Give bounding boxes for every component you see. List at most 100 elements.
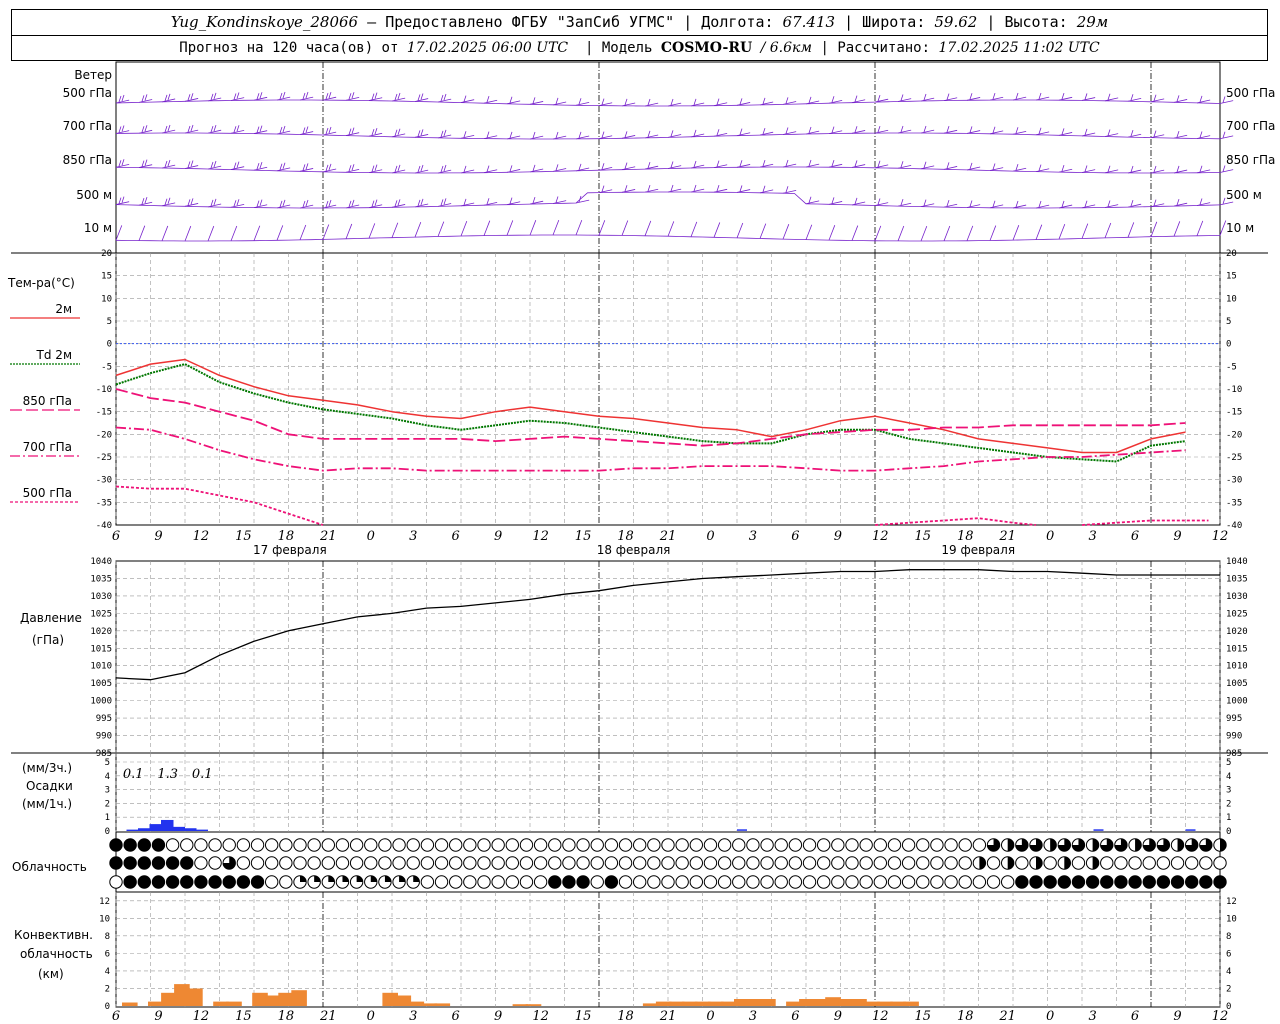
cloud-symbol-full (1185, 875, 1198, 889)
wind-barb-feather (1153, 94, 1157, 101)
hour-tick-bottom: 18 (617, 1009, 634, 1024)
wind-barb-feather (236, 92, 240, 99)
cloud-symbol (264, 838, 279, 852)
wind-barb (368, 97, 383, 101)
press-tick-right: 1005 (1226, 679, 1248, 689)
wind-barb-feather (900, 94, 904, 101)
temp-tick: -5 (101, 362, 112, 372)
wind-barb-feather (785, 186, 789, 193)
press-title: Давление (20, 611, 82, 625)
wind-barb-feather (233, 162, 237, 169)
hour-tick-bottom: 21 (659, 1009, 677, 1024)
cloud-symbol (293, 856, 307, 870)
cloud-symbol (463, 838, 477, 852)
cloud-symbol (916, 856, 930, 870)
wind-barb-feather (808, 196, 812, 203)
date-label: 17 февраля (253, 543, 327, 557)
wind-barb-feather (486, 131, 490, 138)
wind-barb-feather (121, 125, 125, 132)
wind-barb-feather (1061, 164, 1065, 172)
cloud-symbol (1071, 856, 1086, 870)
wind-barb-feather (279, 200, 283, 207)
cloud-symbol (208, 856, 222, 870)
cloud-symbol (703, 838, 718, 852)
precip-tick-right: 4 (1226, 772, 1231, 782)
wind-barb (1150, 98, 1165, 103)
cloud-symbol (930, 875, 944, 889)
press-tick: 1000 (90, 697, 112, 707)
wind-barb (1127, 169, 1142, 174)
wind-barb-feather (417, 199, 421, 207)
wind-barb-feather (739, 128, 743, 135)
wind-barb-feather (351, 92, 355, 99)
press-tick-right: 1025 (1226, 609, 1248, 619)
wind-barb (851, 164, 866, 168)
wind-barb (1058, 96, 1073, 101)
cloud-symbol-full (138, 856, 151, 870)
cloud-symbol-full (1114, 875, 1128, 889)
wind-barb-feather (969, 93, 973, 100)
wind-barb (184, 129, 199, 134)
cloud-symbol (1170, 856, 1185, 870)
wind-barb-feather (164, 160, 168, 168)
wind-barb-feather (624, 185, 628, 192)
wind-barb (1081, 169, 1096, 173)
cloud-symbol (1199, 856, 1213, 870)
wind-barb-feather (992, 200, 996, 207)
wind-barb (598, 102, 613, 107)
cloud-symbol (859, 875, 873, 889)
wind-barb (1219, 220, 1227, 236)
cloud-symbol (222, 838, 236, 852)
cloud-symbol-part (328, 875, 335, 882)
cloud-symbol-full (166, 856, 179, 870)
hour-tick-bottom: 0 (706, 1009, 714, 1024)
wind-barb-feather (532, 131, 536, 139)
precip-bar (195, 829, 208, 831)
wind-barb-feather (1107, 93, 1111, 100)
wind-barb (782, 163, 797, 168)
precip-bar (149, 824, 162, 831)
cloud-symbol (746, 856, 760, 870)
wind-barb (989, 225, 997, 241)
wind-barb-feather (509, 131, 513, 138)
wind-barb-feather (1084, 128, 1088, 136)
cloud-symbol (420, 856, 435, 870)
cloud-symbol-full (123, 875, 137, 889)
cloud-symbol-part (1007, 838, 1014, 852)
cloud-symbol (632, 875, 647, 889)
wind-barb-feather (325, 92, 329, 100)
wind-level-label-right: 500 м (1226, 188, 1262, 202)
cloud-symbol-full (1072, 875, 1085, 889)
cloud-symbol (1015, 856, 1029, 870)
conv-tick: 6 (105, 949, 110, 959)
press-tick: 1040 (90, 557, 112, 567)
wind-barb-feather (1107, 129, 1111, 136)
wind-barb-feather (282, 162, 286, 169)
wind-barb (920, 129, 935, 134)
wind-barb (161, 225, 169, 241)
cloud-symbol (491, 838, 505, 852)
wind-barb-feather (854, 197, 858, 205)
wind-barb-feather (256, 163, 260, 170)
wind-barb (1035, 96, 1050, 101)
cloud-symbol (604, 856, 619, 870)
temp-tick: 20 (101, 249, 112, 259)
cloud-symbol (972, 838, 987, 852)
cloud-symbol (859, 838, 873, 852)
wind-barb-feather (854, 126, 858, 133)
wind-barb (805, 200, 820, 205)
conv-bar (187, 988, 203, 1006)
wind-barb-feather (190, 198, 194, 205)
cloud-symbol (406, 856, 420, 870)
cloud-symbol-full (1199, 875, 1213, 889)
press-tick: 1010 (90, 662, 112, 672)
wind-barb-feather (785, 159, 789, 167)
wind-barb (1219, 169, 1234, 173)
cloud-symbol (307, 838, 321, 852)
wind-barb-feather (785, 97, 789, 104)
wind-barb (506, 100, 521, 105)
wind-barb (667, 188, 682, 193)
wind-barb-feather (302, 127, 306, 134)
cloud-symbol (760, 875, 774, 889)
wind-barb-feather (555, 131, 559, 139)
